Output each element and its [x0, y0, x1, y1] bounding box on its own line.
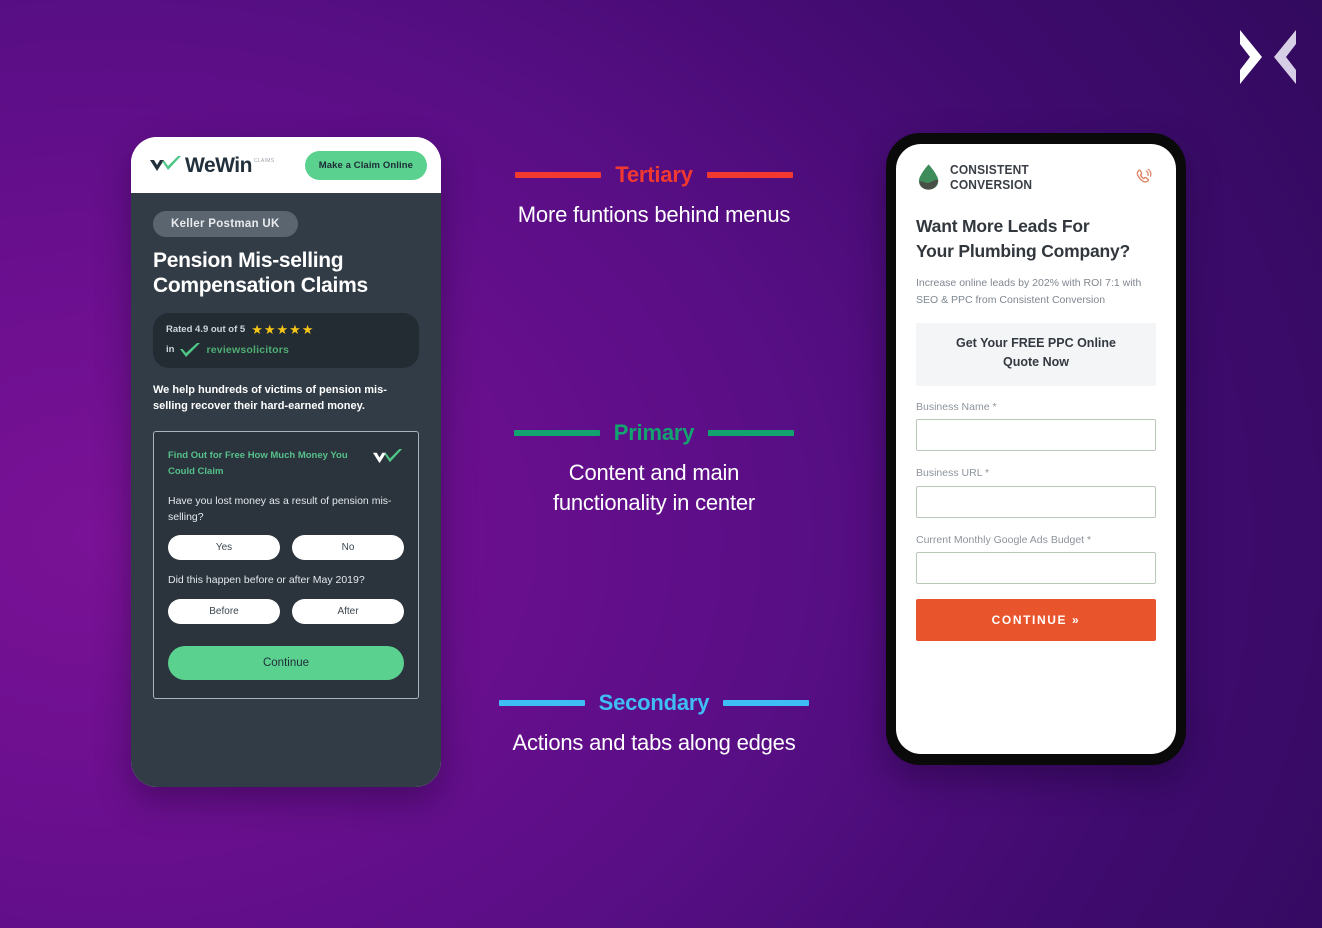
wewin-body-copy: We help hundreds of victims of pension m…: [153, 383, 387, 413]
annotation-primary-description-line1: Content and main: [568, 460, 740, 485]
wewin-wordmark: WeWin: [185, 153, 252, 177]
rating-source-row: in reviewsolicitors: [166, 342, 406, 358]
annotation-tertiary-title: Tertiary: [615, 162, 693, 187]
google-ads-budget-input[interactable]: [916, 552, 1156, 585]
google-ads-budget-label: Current Monthly Google Ads Budget *: [916, 533, 1092, 546]
annotation-secondary-description: Actions and tabs along edges: [512, 730, 796, 755]
wewin-continue-button[interactable]: Continue: [168, 645, 404, 680]
business-name-label: Business Name *: [916, 400, 997, 413]
cc-form-title: Get Your FREE PPC Online Quote Now: [916, 323, 1156, 386]
rating-prefix: in: [166, 344, 175, 356]
double-check-logo-icon: [150, 156, 181, 171]
annotation-primary: Primary Content and main functionality i…: [444, 420, 864, 517]
x-mark-logo: [1236, 26, 1300, 88]
form-question-1-options: Yes No: [168, 535, 404, 561]
annotation-primary-head: Primary: [444, 420, 864, 446]
form-question-1: Have you lost money as a result of pensi…: [168, 494, 392, 524]
annotation-tertiary-description: More funtions behind menus: [517, 202, 791, 227]
cc-topbar: CONSISTENT CONVERSION: [916, 162, 1156, 192]
cc-form-title-line2: Quote Now: [1003, 355, 1069, 370]
wewin-claim-form: Find Out for Free How Much Money You Cou…: [153, 430, 419, 699]
wewin-headline: Pension Mis-selling Compensation Claims: [153, 249, 419, 299]
rating-badge: Rated 4.9 out of 5 ★★★★★ in reviewsolici…: [153, 312, 419, 368]
annotation-secondary-title: Secondary: [598, 690, 710, 715]
cc-headline: Want More Leads For Your Plumbing Compan…: [916, 214, 1156, 265]
option-before-button[interactable]: Before: [168, 598, 280, 624]
option-no-button[interactable]: No: [292, 535, 404, 561]
annotation-primary-rule-right: [708, 430, 795, 436]
annotation-primary-rule-left: [513, 430, 600, 436]
double-check-icon: [372, 448, 403, 463]
x-logo-left-chevron: [1240, 30, 1262, 84]
cc-subtext: Increase online leads by 202% with ROI 7…: [916, 276, 1142, 307]
form-heading-row: Find Out for Free How Much Money You Cou…: [168, 448, 404, 481]
wewin-headline-line1: Pension Mis-selling: [153, 249, 344, 272]
slide-canvas: WeWin CLAIMS Make a Claim Online Keller …: [0, 0, 1322, 928]
make-a-claim-online-button[interactable]: Make a Claim Online: [304, 150, 427, 180]
annotation-tertiary-rule-right: [706, 172, 793, 178]
business-url-label: Business URL *: [916, 467, 990, 480]
option-yes-button[interactable]: Yes: [168, 535, 280, 561]
wewin-superscript: CLAIMS: [253, 157, 275, 164]
phone-mockup-left: WeWin CLAIMS Make a Claim Online Keller …: [131, 137, 441, 787]
business-name-input[interactable]: [916, 419, 1156, 452]
phone-ring-icon[interactable]: [1133, 165, 1156, 189]
annotation-tertiary-head: Tertiary: [444, 162, 864, 188]
wewin-topbar: WeWin CLAIMS Make a Claim Online: [131, 137, 441, 193]
cc-headline-line1: Want More Leads For: [916, 216, 1090, 236]
cc-form-fields: Business Name * Business URL * Current M…: [916, 386, 1156, 642]
rating-source-name: reviewsolicitors: [206, 343, 290, 356]
green-check-icon: [180, 342, 201, 357]
wewin-hero-section: Keller Postman UK Pension Mis-selling Co…: [131, 193, 441, 787]
water-drop-logo-icon: [918, 164, 939, 190]
cc-form-title-line1: Get Your FREE PPC Online: [956, 336, 1116, 350]
annotation-secondary: Secondary Actions and tabs along edges: [444, 690, 864, 758]
annotation-primary-description: Content and main functionality in center: [444, 458, 864, 517]
rating-stars: ★★★★★: [251, 321, 315, 337]
rating-text: Rated 4.9 out of 5: [166, 323, 246, 335]
annotation-secondary-rule-left: [498, 700, 585, 706]
cc-headline-line2: Your Plumbing Company?: [916, 241, 1131, 262]
form-question-2: Did this happen before or after May 2019…: [168, 574, 365, 587]
annotation-secondary-head: Secondary: [444, 690, 864, 716]
annotation-primary-title: Primary: [613, 420, 695, 445]
annotation-tertiary-rule-left: [515, 172, 602, 178]
annotation-primary-description-line2: functionality in center: [552, 489, 756, 515]
phone-mockup-right: CONSISTENT CONVERSION Want More Leads Fo…: [886, 133, 1186, 765]
form-heading: Find Out for Free How Much Money You Cou…: [168, 449, 348, 478]
annotation-tertiary: Tertiary More funtions behind menus: [444, 162, 864, 230]
cc-wordmark: CONSISTENT CONVERSION: [950, 162, 1033, 192]
wewin-logo[interactable]: WeWin CLAIMS: [149, 155, 274, 176]
cc-continue-button[interactable]: CONTINUE »: [916, 599, 1156, 642]
cc-quote-form-card: Get Your FREE PPC Online Quote Now Busin…: [916, 323, 1156, 642]
rating-score-row: Rated 4.9 out of 5 ★★★★★: [166, 323, 406, 336]
wewin-headline-line2: Compensation Claims: [153, 273, 368, 297]
business-url-input[interactable]: [916, 485, 1156, 518]
annotation-secondary-rule-right: [723, 700, 810, 706]
consistent-conversion-screen: CONSISTENT CONVERSION Want More Leads Fo…: [896, 144, 1176, 754]
form-question-2-options: Before After: [168, 598, 404, 624]
keller-postman-tag: Keller Postman UK: [153, 211, 298, 237]
x-logo-right-chevron: [1274, 30, 1296, 84]
option-after-button[interactable]: After: [292, 598, 404, 624]
